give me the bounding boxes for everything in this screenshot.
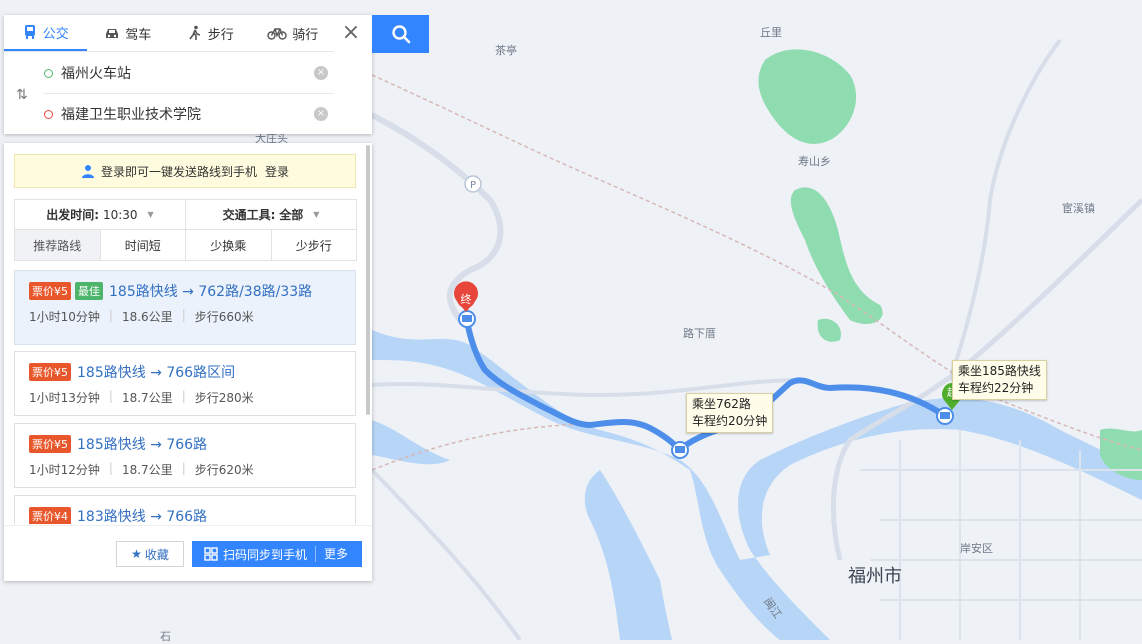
start-field[interactable]: 福州火车站 × bbox=[44, 53, 334, 94]
route-walk: 步行620米 bbox=[194, 463, 254, 477]
clear-icon[interactable]: × bbox=[314, 107, 328, 121]
depart-value: 10:30 bbox=[102, 207, 138, 222]
fare-badge: 票价¥4 bbox=[29, 507, 71, 524]
transport-select[interactable]: 交通工具: 全部 ▼ bbox=[186, 200, 356, 229]
tab-bus[interactable]: 公交 bbox=[4, 15, 87, 51]
sort-recommended[interactable]: 推荐路线 bbox=[15, 230, 101, 260]
route-card[interactable]: 票价¥5 最佳 185路快线 → 762路/38路/33路 1小时10分钟 | 1… bbox=[14, 270, 356, 345]
bus-icon bbox=[24, 25, 35, 39]
city-label: 福州市 bbox=[848, 566, 902, 587]
action-bar: ★ 收藏 扫码同步到手机 更多 bbox=[4, 525, 372, 582]
bus-stop-icon[interactable] bbox=[936, 407, 954, 425]
end-field[interactable]: 福建卫生职业技术学院 × bbox=[44, 94, 334, 134]
start-value: 福州火车站 bbox=[61, 66, 131, 82]
sort-fewer-transfers[interactable]: 少换乘 bbox=[186, 230, 272, 260]
car-icon bbox=[106, 29, 119, 38]
tab-label: 步行 bbox=[207, 27, 234, 43]
route-distance: 18.6公里 bbox=[121, 310, 173, 324]
qrcode-icon bbox=[204, 547, 218, 561]
parking-icon[interactable]: P bbox=[464, 175, 482, 193]
search-button[interactable] bbox=[372, 15, 429, 53]
scrollbar[interactable] bbox=[366, 145, 370, 415]
swap-icon[interactable]: ⇅ bbox=[16, 87, 28, 103]
map-label: 石 bbox=[160, 630, 171, 643]
route-time: 1小时13分钟 bbox=[29, 391, 100, 405]
fare-badge: 票价¥5 bbox=[29, 282, 71, 300]
sync-button-group: 扫码同步到手机 更多 bbox=[192, 541, 362, 567]
search-panel: 公交 驾车 步行 骑行 × ⇅ 福州火车站 × 福建卫生职业技术学院 × bbox=[4, 15, 372, 134]
route-list: 票价¥5 最佳 185路快线 → 762路/38路/33路 1小时10分钟 | 1… bbox=[14, 270, 356, 524]
user-icon bbox=[81, 165, 94, 178]
sync-label: 扫码同步到手机 bbox=[223, 547, 308, 562]
login-text: 登录即可一键发送路线到手机 bbox=[100, 164, 257, 179]
transport-label: 交通工具: bbox=[222, 208, 276, 222]
travel-mode-tabs: 公交 驾车 步行 骑行 bbox=[4, 15, 334, 52]
login-link[interactable]: 登录 bbox=[265, 163, 289, 180]
sort-less-walking[interactable]: 少步行 bbox=[272, 230, 357, 260]
sort-shortest-time[interactable]: 时间短 bbox=[101, 230, 186, 260]
route-card[interactable]: 票价¥5 185路快线 → 766路区间 1小时13分钟 | 18.7公里 | 步行… bbox=[14, 351, 356, 416]
bike-icon bbox=[267, 28, 287, 40]
depart-label: 出发时间: bbox=[46, 208, 100, 222]
bus-stop-icon[interactable] bbox=[458, 310, 476, 328]
bus-stop-icon[interactable] bbox=[671, 441, 689, 459]
tab-label: 驾车 bbox=[125, 27, 152, 43]
map-label: 路下厝 bbox=[683, 327, 716, 340]
end-marker-label: 终 bbox=[461, 292, 472, 306]
route-name: 185路快线 → 762路/38路/33路 bbox=[109, 284, 313, 300]
map-label: 寿山乡 bbox=[798, 155, 831, 168]
route-time: 1小时10分钟 bbox=[29, 310, 100, 324]
results-panel: 登录即可一键发送路线到手机 登录 出发时间: 10:30 ▼ 交通工具: 全部 ▼ … bbox=[4, 143, 372, 581]
star-icon: ★ bbox=[131, 547, 142, 561]
route-card[interactable]: 票价¥4 183路快线 → 766路 bbox=[14, 495, 356, 524]
chevron-down-icon: ▼ bbox=[313, 210, 320, 219]
favorite-label: 收藏 bbox=[144, 547, 169, 562]
route-time: 1小时12分钟 bbox=[29, 463, 100, 477]
route-distance: 18.7公里 bbox=[121, 391, 173, 405]
chevron-down-icon: ▼ bbox=[147, 210, 154, 219]
map-label: 丘里 bbox=[760, 26, 782, 39]
best-badge: 最佳 bbox=[75, 282, 103, 300]
route-card[interactable]: 票价¥5 185路快线 → 766路 1小时12分钟 | 18.7公里 | 步行62… bbox=[14, 423, 356, 488]
login-banner: 登录即可一键发送路线到手机 登录 bbox=[14, 154, 356, 188]
tab-walk[interactable]: 步行 bbox=[169, 15, 252, 51]
more-button[interactable]: 更多 bbox=[315, 546, 356, 562]
tab-label: 骑行 bbox=[292, 27, 319, 43]
route-name: 185路快线 → 766路 bbox=[77, 437, 208, 453]
route-tip-line: 车程约22分钟 bbox=[958, 381, 1034, 395]
tab-bike[interactable]: 骑行 bbox=[252, 15, 335, 51]
close-icon[interactable]: × bbox=[340, 22, 362, 45]
map-label: 茶亭 bbox=[495, 44, 517, 57]
transport-value: 全部 bbox=[279, 208, 304, 222]
route-walk: 步行280米 bbox=[194, 391, 254, 405]
end-dot-icon bbox=[44, 109, 53, 119]
clear-icon[interactable]: × bbox=[314, 66, 328, 80]
fare-badge: 票价¥5 bbox=[29, 363, 71, 381]
search-icon bbox=[391, 25, 410, 44]
walk-icon bbox=[189, 25, 200, 40]
route-tip-line: 车程约20分钟 bbox=[692, 414, 768, 428]
favorite-button[interactable]: ★ 收藏 bbox=[116, 541, 184, 567]
tab-drive[interactable]: 驾车 bbox=[87, 15, 170, 51]
route-options: 出发时间: 10:30 ▼ 交通工具: 全部 ▼ 推荐路线 时间短 少换乘 少步行 bbox=[14, 199, 357, 261]
route-name: 185路快线 → 766路区间 bbox=[77, 365, 236, 381]
sync-phone-button[interactable]: 扫码同步到手机 bbox=[192, 541, 307, 567]
route-tip-transfer: 乘坐762路 车程约20分钟 bbox=[686, 393, 774, 433]
map-label: 宦溪镇 bbox=[1062, 202, 1095, 215]
route-distance: 18.7公里 bbox=[121, 463, 173, 477]
depart-time-select[interactable]: 出发时间: 10:30 ▼ bbox=[15, 200, 186, 229]
route-tip-line: 乘坐185路快线 bbox=[958, 364, 1041, 378]
fare-badge: 票价¥5 bbox=[29, 435, 71, 453]
end-value: 福建卫生职业技术学院 bbox=[61, 107, 201, 123]
map-label: 岸安区 bbox=[960, 542, 993, 555]
route-tip-line: 乘坐762路 bbox=[692, 397, 751, 411]
tab-label: 公交 bbox=[42, 26, 69, 42]
route-walk: 步行660米 bbox=[194, 310, 254, 324]
start-dot-icon bbox=[44, 68, 53, 78]
route-tip-start: 乘坐185路快线 车程约22分钟 bbox=[952, 360, 1047, 400]
route-name: 183路快线 → 766路 bbox=[77, 509, 208, 524]
parking-label: P bbox=[470, 180, 476, 191]
